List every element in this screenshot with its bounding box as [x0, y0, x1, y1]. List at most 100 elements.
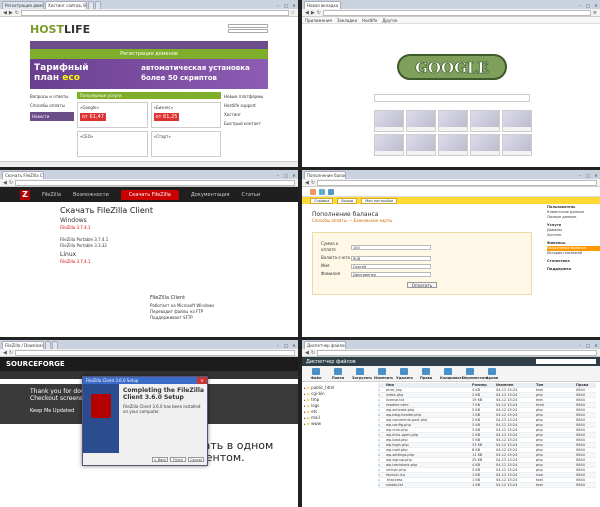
sidebar-link[interactable]: История платежей — [547, 251, 600, 256]
back-button[interactable]: < Back — [152, 457, 168, 462]
domain-bar[interactable]: Регистрация доменов — [30, 49, 268, 59]
browser-tab[interactable]: FileZilla / Downloads — [2, 341, 44, 349]
back-icon[interactable]: ◀ — [3, 180, 7, 186]
thumbnail[interactable] — [438, 134, 468, 156]
thumbnail[interactable] — [438, 110, 468, 132]
minimize-icon[interactable]: – — [274, 173, 282, 179]
service-card[interactable]: «Бизнес» от 61,25 — [150, 102, 221, 128]
download-link[interactable]: FileZilla Portable 3.3.32 — [60, 243, 238, 249]
filezilla-logo-icon[interactable]: Z — [20, 189, 30, 200]
maximize-icon[interactable]: □ — [282, 173, 290, 179]
close-icon[interactable]: ✕ — [592, 3, 600, 9]
folder-item[interactable]: www — [304, 421, 372, 427]
back-icon[interactable]: ◀ — [3, 350, 7, 356]
browser-tab[interactable] — [88, 1, 94, 9]
maximize-icon[interactable]: □ — [584, 343, 592, 349]
minimize-icon[interactable]: – — [576, 343, 584, 349]
reload-icon[interactable]: ↻ — [317, 10, 321, 16]
close-icon[interactable]: ✕ — [592, 343, 600, 349]
browser-tab[interactable] — [52, 341, 58, 349]
url-input[interactable] — [322, 9, 591, 16]
back-icon[interactable]: ◀ — [3, 10, 7, 16]
toolbar-button[interactable]: Права — [418, 368, 434, 380]
toolbar-button[interactable]: Изменить — [374, 368, 393, 380]
minimize-icon[interactable]: – — [274, 3, 282, 9]
bookmark[interactable]: Приложения — [305, 18, 332, 23]
download-link[interactable]: FileZilla 3.7.4.1 — [60, 225, 238, 231]
right-link[interactable]: Новые платформы — [224, 92, 268, 101]
right-link[interactable]: Hostlife support — [224, 101, 268, 110]
thumbnail[interactable] — [374, 134, 404, 156]
url-input[interactable] — [15, 179, 295, 186]
star-icon[interactable]: ☆ — [291, 10, 295, 16]
close-icon[interactable]: ✕ — [290, 173, 298, 179]
social-icon[interactable] — [319, 188, 325, 195]
social-icon[interactable] — [328, 188, 334, 195]
sidebar-link[interactable]: Личные данные — [547, 215, 600, 220]
promo-banner[interactable]: Тарифный план eco автоматическая установк… — [30, 59, 268, 89]
back-icon[interactable]: ◀ — [305, 10, 309, 16]
reload-icon[interactable]: ↻ — [311, 180, 315, 186]
sidebar-link[interactable]: Вопросы и ответы — [30, 92, 74, 101]
reload-icon[interactable]: ↻ — [311, 350, 315, 356]
amount-input[interactable]: 100 — [351, 244, 431, 250]
sourceforge-logo[interactable]: SOURCEFORGE — [6, 360, 65, 368]
thumbnail[interactable] — [406, 134, 436, 156]
toolbar-button[interactable]: Удалить — [396, 368, 413, 380]
google-doodle[interactable]: GOOGLE — [392, 49, 512, 85]
maximize-icon[interactable]: □ — [584, 173, 592, 179]
toolbar-button[interactable]: Копировать — [440, 368, 464, 380]
thumbnail[interactable] — [470, 134, 500, 156]
cancel-button[interactable]: Cancel — [188, 457, 204, 462]
logo-icon[interactable] — [310, 188, 316, 195]
browser-tab[interactable]: Диспетчер файлов — [304, 341, 346, 349]
browser-tab[interactable]: Хостинг сайтов, Виртуал… — [45, 1, 87, 9]
maximize-icon[interactable]: □ — [282, 343, 290, 349]
minimize-icon[interactable]: – — [576, 3, 584, 9]
download-button[interactable]: Скачать FileZilla — [120, 189, 179, 200]
sidebar-link[interactable]: Способы оплаты — [30, 101, 74, 110]
thumbnail[interactable] — [502, 134, 532, 156]
reload-icon[interactable]: ↻ — [9, 180, 13, 186]
close-icon[interactable]: ✕ — [197, 377, 207, 384]
toolbar-button[interactable]: Файл — [308, 368, 324, 380]
menu-icon[interactable]: ≡ — [593, 10, 597, 16]
thumbnail[interactable] — [502, 110, 532, 132]
maximize-icon[interactable]: □ — [282, 3, 290, 9]
download-link[interactable]: FileZilla 3.7.4.1 — [60, 259, 238, 265]
service-card[interactable]: «Google» от 61,47 — [77, 102, 148, 128]
nav-link[interactable]: Статьи — [242, 192, 261, 198]
forward-icon[interactable]: ▶ — [311, 10, 315, 16]
url-input[interactable] — [20, 9, 289, 16]
toolbar-button[interactable]: Справка — [310, 197, 334, 204]
password-input[interactable] — [228, 29, 268, 33]
browser-tab[interactable]: Новая вкладка — [304, 1, 342, 9]
back-icon[interactable]: ◀ — [305, 180, 309, 186]
reload-icon[interactable]: ↻ — [15, 10, 19, 16]
back-icon[interactable]: ◀ — [305, 350, 309, 356]
currency-select[interactable]: RUB — [351, 255, 431, 261]
bookmark[interactable]: Закладки — [337, 18, 357, 23]
site-logo[interactable]: HOSTLIFE — [30, 23, 90, 36]
toolbar-button[interactable]: Загрузить — [352, 368, 372, 380]
service-card[interactable]: «Старт» — [150, 131, 221, 157]
toolbar-button[interactable]: Мои настройки — [361, 197, 398, 204]
search-input[interactable] — [374, 94, 530, 102]
url-input[interactable] — [317, 179, 597, 186]
minimize-icon[interactable]: – — [274, 343, 282, 349]
thumbnail[interactable] — [374, 110, 404, 132]
finish-button[interactable]: Finish — [170, 457, 186, 462]
toolbar-button[interactable]: Выход — [337, 197, 358, 204]
sidebar-heading[interactable]: Новости — [30, 112, 74, 121]
service-card[interactable]: «CEO» — [77, 131, 148, 157]
reload-icon[interactable]: ↻ — [9, 350, 13, 356]
browser-tab[interactable] — [95, 1, 101, 9]
nav-link[interactable]: FileZilla — [42, 192, 61, 198]
url-input[interactable] — [317, 349, 597, 356]
bookmark[interactable]: Другое — [382, 18, 397, 23]
url-input[interactable] — [15, 349, 295, 356]
browser-tab[interactable]: Пополнение баланса — [304, 171, 346, 179]
search-input[interactable] — [536, 359, 596, 364]
close-icon[interactable]: ✕ — [290, 3, 298, 9]
close-icon[interactable]: ✕ — [592, 173, 600, 179]
